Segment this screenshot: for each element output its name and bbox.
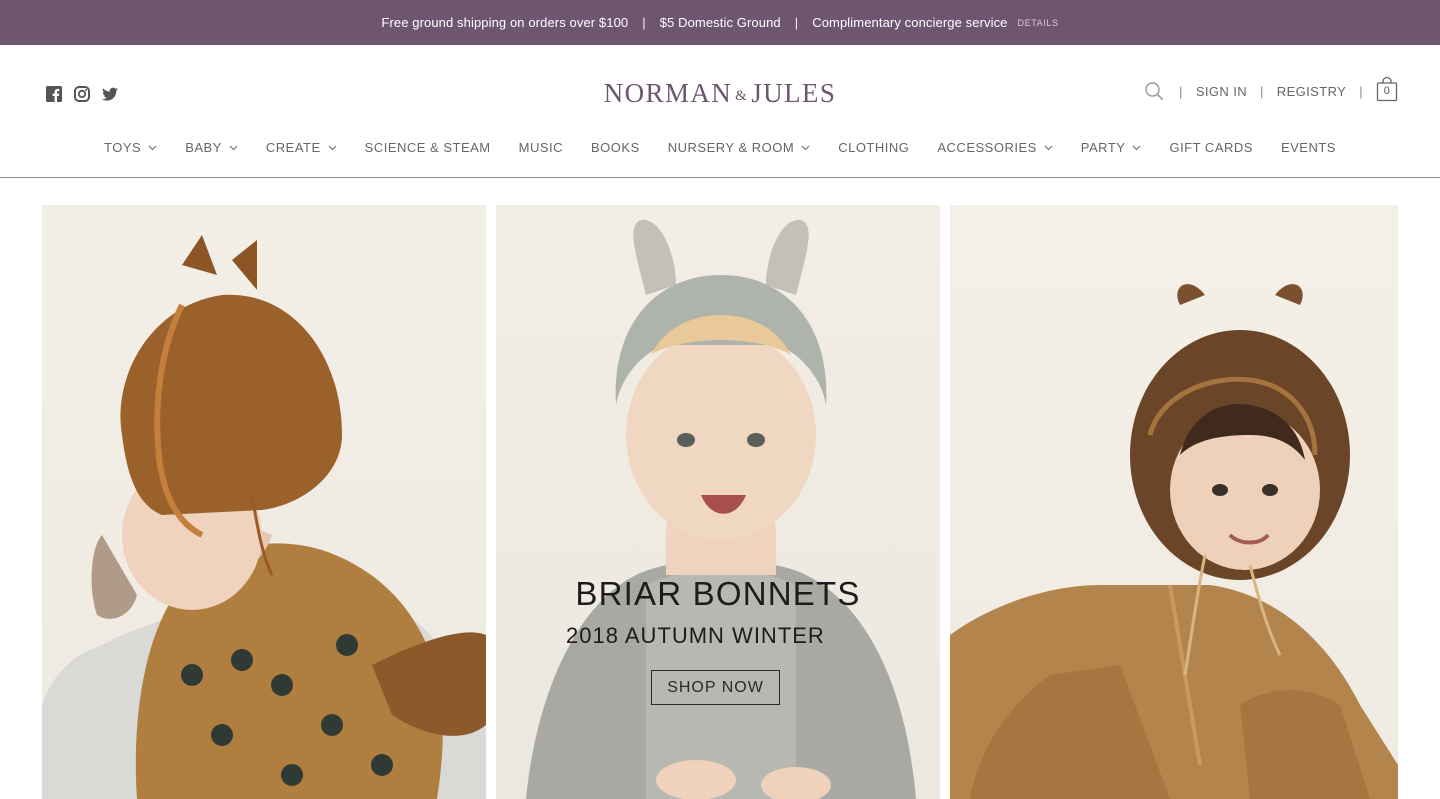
nav-item-accessories[interactable]: ACCESSORIES [937, 140, 1053, 155]
cart-button[interactable]: 0 [1376, 76, 1398, 102]
chevron-down-icon [1133, 145, 1141, 150]
nav-item-label: CREATE [265, 140, 321, 155]
nav-item-label: CLOTHING [838, 140, 910, 155]
child-with-fox-bonnet-illustration [42, 235, 486, 799]
main-nav: TOYS BABY CREATE SCIENCE & STEAM MUSIC BOOKS N… [0, 140, 1440, 155]
chevron-down-icon [1044, 145, 1053, 150]
nav-item-label: PARTY [1080, 140, 1126, 155]
nav-item-label: TOYS [104, 140, 142, 155]
promo-shipping-text: Free ground shipping on orders over $100 [381, 15, 629, 30]
nav-item-label: GIFT CARDS [1169, 140, 1253, 155]
nav-item-books[interactable]: BOOKS [591, 140, 640, 155]
nav-item-label: BOOKS [591, 140, 640, 155]
search-icon[interactable] [1144, 81, 1164, 101]
utility-nav: | SIGN IN | REGISTRY | 0 [1144, 76, 1398, 102]
registry-link[interactable]: REGISTRY [1277, 84, 1346, 99]
site-header: NORMAN & JULES | SIGN IN | REGISTRY | 0 TO… [0, 45, 1440, 178]
logo-ampersand: & [735, 88, 749, 104]
utility-separator: | [1260, 83, 1264, 99]
chevron-down-icon [229, 145, 238, 150]
nav-item-party[interactable]: PARTY [1081, 140, 1142, 155]
chevron-down-icon [801, 145, 810, 150]
promo-domestic-text: $5 Domestic Ground [659, 15, 781, 30]
nav-item-label: ACCESSORIES [937, 140, 1037, 155]
shop-now-button[interactable]: SHOP NOW [651, 670, 780, 705]
nav-item-events[interactable]: EVENTS [1281, 140, 1336, 155]
nav-item-nursery-room[interactable]: NURSERY & ROOM [668, 140, 810, 155]
promo-details-link[interactable]: DETAILS [1018, 18, 1059, 28]
sign-in-link[interactable]: SIGN IN [1196, 84, 1247, 99]
nav-item-clothing[interactable]: CLOTHING [838, 140, 909, 155]
nav-item-label: BABY [185, 140, 222, 155]
promo-bar: Free ground shipping on orders over $100… [0, 0, 1440, 45]
logo-right: JULES [751, 78, 837, 108]
nav-item-label: EVENTS [1280, 140, 1336, 155]
promo-separator: | [794, 15, 799, 30]
nav-item-label: MUSIC [518, 140, 564, 155]
hero-banner[interactable]: BRIAR BONNETS 2018 AUTUMN WINTER SHOP NO… [42, 205, 1398, 799]
promo-separator: | [642, 15, 646, 30]
nav-item-science-steam[interactable]: SCIENCE & STEAM [365, 140, 491, 155]
chevron-down-icon [148, 145, 157, 150]
nav-item-toys[interactable]: TOYS [104, 140, 157, 155]
nav-item-label: NURSERY & ROOM [667, 140, 795, 155]
hero-image-center [496, 205, 940, 799]
logo-left: NORMAN [603, 78, 733, 108]
chevron-down-icon [328, 145, 337, 150]
nav-item-music[interactable]: MUSIC [519, 140, 563, 155]
hero-image-left [42, 205, 486, 799]
child-with-lion-bonnet-illustration [950, 284, 1398, 799]
cart-count: 0 [1383, 85, 1391, 97]
utility-separator: | [1179, 83, 1183, 99]
utility-separator: | [1359, 83, 1363, 99]
nav-item-gift-cards[interactable]: GIFT CARDS [1169, 140, 1253, 155]
nav-item-label: SCIENCE & STEAM [364, 140, 491, 155]
promo-concierge-text: Complimentary concierge service [812, 15, 1008, 30]
nav-item-create[interactable]: CREATE [266, 140, 337, 155]
nav-item-baby[interactable]: BABY [185, 140, 238, 155]
child-with-bunny-bonnet-illustration [526, 219, 916, 799]
hero-image-right [950, 205, 1398, 799]
